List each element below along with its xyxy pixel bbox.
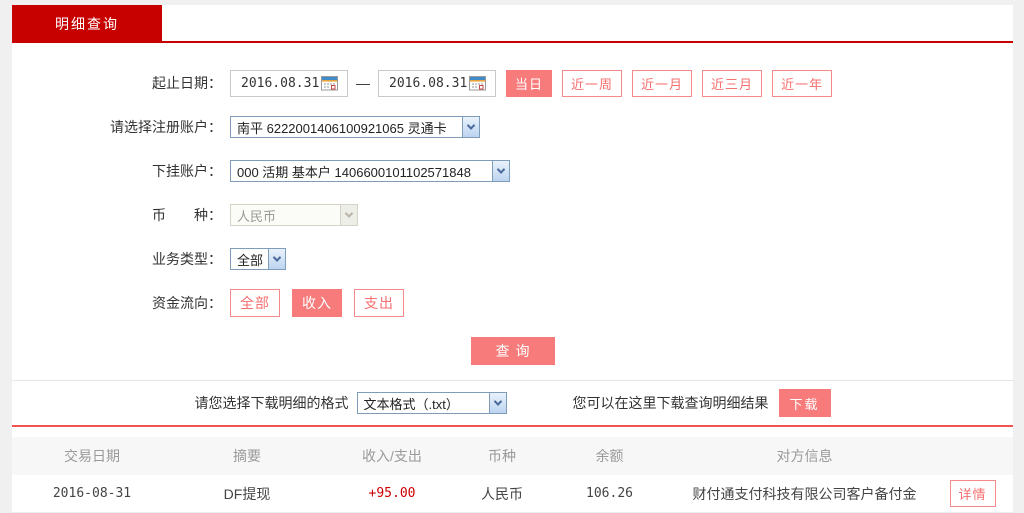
- end-date-input[interactable]: [389, 76, 467, 91]
- date-separator: —: [356, 75, 370, 91]
- business-type-row: 业务类型： 全部: [12, 245, 1013, 273]
- chevron-down-icon: [340, 205, 357, 225]
- date-range-label: 起止日期：: [12, 73, 222, 93]
- business-type-label: 业务类型：: [12, 249, 222, 269]
- quick-range-week-button[interactable]: 近一周: [562, 70, 622, 97]
- currency-label: 币 种：: [12, 205, 222, 225]
- currency-select: 人民币: [230, 204, 358, 226]
- start-date-input[interactable]: [241, 76, 319, 91]
- start-date-field[interactable]: [230, 70, 348, 97]
- fund-flow-row: 资金流向： 全部 收入 支出: [12, 289, 1013, 317]
- download-row: 请您选择下载明细的格式 文本格式（.txt） 您可以在这里下载查询明细结果 下载: [12, 381, 1013, 425]
- fund-flow-label: 资金流向：: [12, 293, 222, 313]
- header-counterparty: 对方信息: [677, 446, 932, 466]
- tab-bar: 明细查询: [12, 5, 1013, 43]
- chevron-down-icon[interactable]: [489, 393, 506, 413]
- sub-account-row: 下挂账户： 000 活期 基本户 1406600101102571848: [12, 157, 1013, 185]
- results-table: 交易日期 摘要 收入/支出 币种 余额 对方信息 2016-08-31 DF提现…: [12, 437, 1013, 513]
- header-currency: 币种: [462, 446, 542, 466]
- header-summary: 摘要: [172, 446, 322, 466]
- register-account-value: 南平 6222001406100921065 灵通卡: [231, 118, 462, 137]
- header-date: 交易日期: [12, 446, 172, 466]
- register-account-label: 请选择注册账户：: [12, 117, 222, 137]
- cell-date: 2016-08-31: [12, 486, 172, 501]
- date-range-row: 起止日期： —: [12, 69, 1013, 97]
- cell-counterparty: 财付通支付科技有限公司客户备付金: [677, 484, 932, 504]
- chevron-down-icon[interactable]: [462, 117, 479, 137]
- cell-currency: 人民币: [462, 484, 542, 504]
- table-row: 2016-08-31 DF提现 +95.00 人民币 106.26 财付通支付科…: [12, 475, 1013, 513]
- fund-flow-income-button[interactable]: 收入: [292, 289, 342, 317]
- tab-detail-query[interactable]: 明细查询: [12, 5, 162, 43]
- business-type-value: 全部: [231, 250, 268, 269]
- query-button[interactable]: 查询: [471, 337, 555, 365]
- end-date-field[interactable]: [378, 70, 496, 97]
- calendar-icon[interactable]: [469, 75, 486, 91]
- quick-range-today-button[interactable]: 当日: [506, 70, 552, 97]
- download-format-select[interactable]: 文本格式（.txt）: [357, 392, 507, 414]
- sub-account-label: 下挂账户：: [12, 161, 222, 181]
- download-format-value: 文本格式（.txt）: [358, 394, 489, 413]
- sub-account-select[interactable]: 000 活期 基本户 1406600101102571848: [230, 160, 510, 182]
- fund-flow-expense-button[interactable]: 支出: [354, 289, 404, 317]
- query-form: 起止日期： —: [12, 43, 1013, 365]
- cell-amount: +95.00: [322, 486, 462, 501]
- cell-summary: DF提现: [172, 484, 322, 504]
- header-amount: 收入/支出: [322, 446, 462, 466]
- sub-account-value: 000 活期 基本户 1406600101102571848: [231, 162, 492, 181]
- business-type-select[interactable]: 全部: [230, 248, 286, 270]
- chevron-down-icon[interactable]: [268, 249, 285, 269]
- currency-row: 币 种： 人民币: [12, 201, 1013, 229]
- register-account-row: 请选择注册账户： 南平 6222001406100921065 灵通卡: [12, 113, 1013, 141]
- download-format-label: 请您选择下载明细的格式: [195, 393, 349, 413]
- detail-button[interactable]: 详情: [950, 480, 996, 507]
- register-account-select[interactable]: 南平 6222001406100921065 灵通卡: [230, 116, 480, 138]
- cell-balance: 106.26: [542, 486, 677, 501]
- quick-range-year-button[interactable]: 近一年: [772, 70, 832, 97]
- calendar-icon[interactable]: [321, 75, 338, 91]
- download-hint: 您可以在这里下载查询明细结果: [573, 393, 769, 413]
- red-divider: [12, 425, 1013, 427]
- currency-value: 人民币: [231, 206, 340, 225]
- quick-range-3months-button[interactable]: 近三月: [702, 70, 762, 97]
- content-panel: 明细查询 起止日期：: [12, 5, 1013, 508]
- chevron-down-icon[interactable]: [492, 161, 509, 181]
- header-balance: 余额: [542, 446, 677, 466]
- fund-flow-all-button[interactable]: 全部: [230, 289, 280, 317]
- table-header-row: 交易日期 摘要 收入/支出 币种 余额 对方信息: [12, 437, 1013, 475]
- download-button[interactable]: 下载: [779, 389, 831, 417]
- quick-range-month-button[interactable]: 近一月: [632, 70, 692, 97]
